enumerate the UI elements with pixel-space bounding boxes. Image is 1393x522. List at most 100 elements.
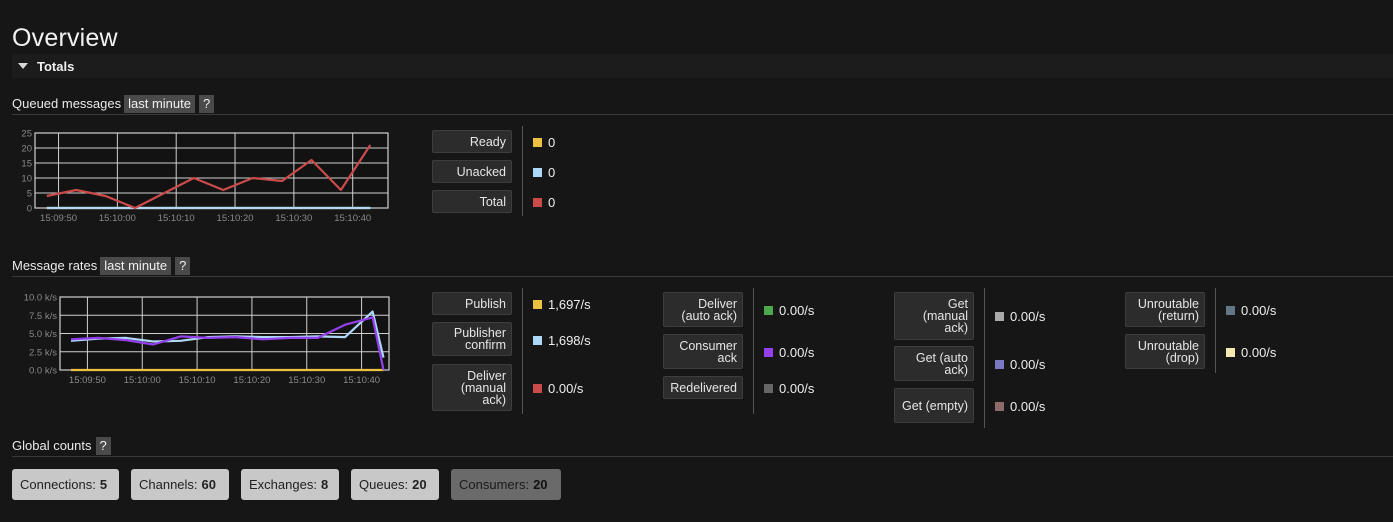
legend-value-text: 0.00/s (1010, 356, 1046, 372)
count-label: Exchanges: (249, 477, 317, 492)
count-label: Channels: (139, 477, 198, 492)
x-tick-label: 15:10:00 (99, 213, 136, 224)
legend-toggle-deliver-auto-ack-[interactable]: Deliver (auto ack) (663, 292, 743, 327)
legend-label: Get (manual ack) (922, 297, 968, 335)
y-tick-label: 2.5 k/s (29, 347, 57, 358)
legend-toggle-unroutable-return-[interactable]: Unroutable (return) (1125, 292, 1205, 327)
color-swatch (995, 359, 1004, 369)
count-value: 5 (99, 477, 108, 492)
legend-toggle-unacked[interactable]: Unacked (432, 160, 512, 183)
legend-toggle-get-auto-ack-[interactable]: Get (auto ack) (894, 346, 974, 381)
legend-value-text: 0.00/s (1010, 308, 1046, 324)
legend-toggle-get-empty-[interactable]: Get (empty) (894, 388, 974, 423)
legend-separator (522, 288, 523, 414)
message-rates-header: Message rates last minute? (12, 257, 191, 275)
y-tick-label: 25 (21, 129, 32, 140)
legend-toggle-redelivered[interactable]: Redelivered (663, 376, 743, 399)
legend-toggle-deliver-manual-ack-[interactable]: Deliver (manual ack) (432, 364, 512, 411)
legend-value-text: 0.00/s (779, 344, 815, 360)
legend-value-text: 0.00/s (1010, 398, 1046, 414)
message-rates-title: Message rates (12, 258, 98, 273)
legend-label: Consumer ack (679, 338, 737, 365)
collapse-triangle-icon[interactable] (18, 63, 28, 69)
y-tick-label: 5 (27, 189, 32, 200)
y-tick-label: 0.0 k/s (29, 366, 57, 377)
global-counts-header: Global counts? (12, 437, 111, 455)
totals-section-header[interactable]: Totals (12, 54, 1393, 78)
count-consumers-button[interactable]: Consumers: 20 (451, 469, 561, 500)
count-queues-button[interactable]: Queues: 20 (351, 469, 439, 500)
rates-range-selector[interactable]: last minute (100, 257, 172, 275)
legend-value: 0 (533, 164, 555, 180)
divider (12, 114, 1393, 115)
y-tick-label: 5.0 k/s (29, 329, 57, 340)
legend-value-text: 0.00/s (548, 380, 584, 396)
legend-value-text: 0 (548, 194, 556, 210)
legend-toggle-consumer-ack[interactable]: Consumer ack (663, 334, 743, 369)
legend-label: Get (empty) (902, 398, 968, 413)
count-label: Consumers: (459, 477, 530, 492)
message-rates-chart: 15:09:50 15:10:00 15:10:10 15:10:20 15:10:30… (24, 293, 390, 386)
count-exchanges-button[interactable]: Exchanges: 8 (241, 469, 339, 500)
legend-toggle-publish[interactable]: Publish (432, 292, 512, 315)
legend-value: 0.00/s (995, 398, 1045, 414)
legend-value: 0.00/s (995, 308, 1045, 324)
plot-area (34, 132, 389, 209)
y-tick-label: 0 (27, 204, 32, 215)
y-tick-label: 10 (21, 174, 32, 185)
y-tick-label: 10.0 k/s (24, 293, 58, 304)
count-value: 8 (320, 477, 329, 492)
y-tick-label: 20 (21, 144, 32, 155)
queued-messages-chart: 15:09:50 15:10:00 15:10:10 15:10:20 15:10:30… (21, 129, 389, 224)
page-title: Overview (12, 24, 118, 52)
x-tick-label: 15:09:50 (69, 375, 106, 386)
legend-value: 0.00/s (1226, 302, 1276, 318)
color-swatch (533, 197, 542, 207)
legend-value-text: 0.00/s (1241, 302, 1277, 318)
color-swatch (995, 401, 1004, 411)
legend-toggle-ready[interactable]: Ready (432, 130, 512, 153)
divider (12, 276, 1393, 277)
rates-help-button[interactable]: ? (175, 257, 191, 275)
x-tick-label: 15:09:50 (40, 213, 77, 224)
queued-messages-header: Queued messages last minute? (12, 95, 215, 113)
global-help-button[interactable]: ? (95, 437, 111, 455)
queued-help-button[interactable]: ? (199, 95, 215, 113)
color-swatch (533, 167, 542, 177)
color-swatch (1226, 347, 1235, 357)
count-connections-button[interactable]: Connections: 5 (12, 469, 119, 500)
queued-messages-title: Queued messages (12, 96, 122, 111)
color-swatch (533, 137, 542, 147)
count-label: Queues: (359, 477, 409, 492)
legend-value: 1,697/s (533, 296, 591, 312)
legend-separator (522, 126, 523, 216)
legend-label: Unroutable (drop) (1137, 338, 1199, 365)
legend-label: Get (auto ack) (915, 350, 968, 377)
legend-label: Unacked (456, 164, 506, 179)
color-swatch (764, 305, 773, 315)
color-swatch (995, 311, 1004, 321)
legend-label: Deliver (manual ack) (460, 368, 506, 407)
legend-separator (753, 288, 754, 414)
count-channels-button[interactable]: Channels: 60 (131, 469, 229, 500)
divider (12, 456, 1393, 457)
count-label: Connections: (20, 477, 96, 492)
legend-toggle-unroutable-drop-[interactable]: Unroutable (drop) (1125, 334, 1205, 369)
legend-label: Total (479, 194, 506, 209)
color-swatch (1226, 305, 1235, 315)
legend-separator (1215, 288, 1216, 373)
legend-label: Redelivered (670, 380, 737, 395)
legend-value: 0 (533, 134, 555, 150)
global-counts-title: Global counts (12, 438, 92, 453)
x-tick-label: 15:10:40 (343, 375, 380, 386)
legend-toggle-publisher-confirm[interactable]: Publisher confirm (432, 322, 512, 356)
legend-toggle-get-manual-ack-[interactable]: Get (manual ack) (894, 292, 974, 340)
totals-label: Totals (37, 59, 75, 74)
queued-range-selector[interactable]: last minute (124, 95, 195, 113)
color-swatch (533, 335, 542, 345)
legend-toggle-total[interactable]: Total (432, 190, 512, 213)
legend-value-text: 0.00/s (779, 380, 815, 396)
x-tick-label: 15:10:30 (288, 375, 325, 386)
legend-value: 0.00/s (764, 380, 814, 396)
legend-value: 0.00/s (1226, 344, 1276, 360)
